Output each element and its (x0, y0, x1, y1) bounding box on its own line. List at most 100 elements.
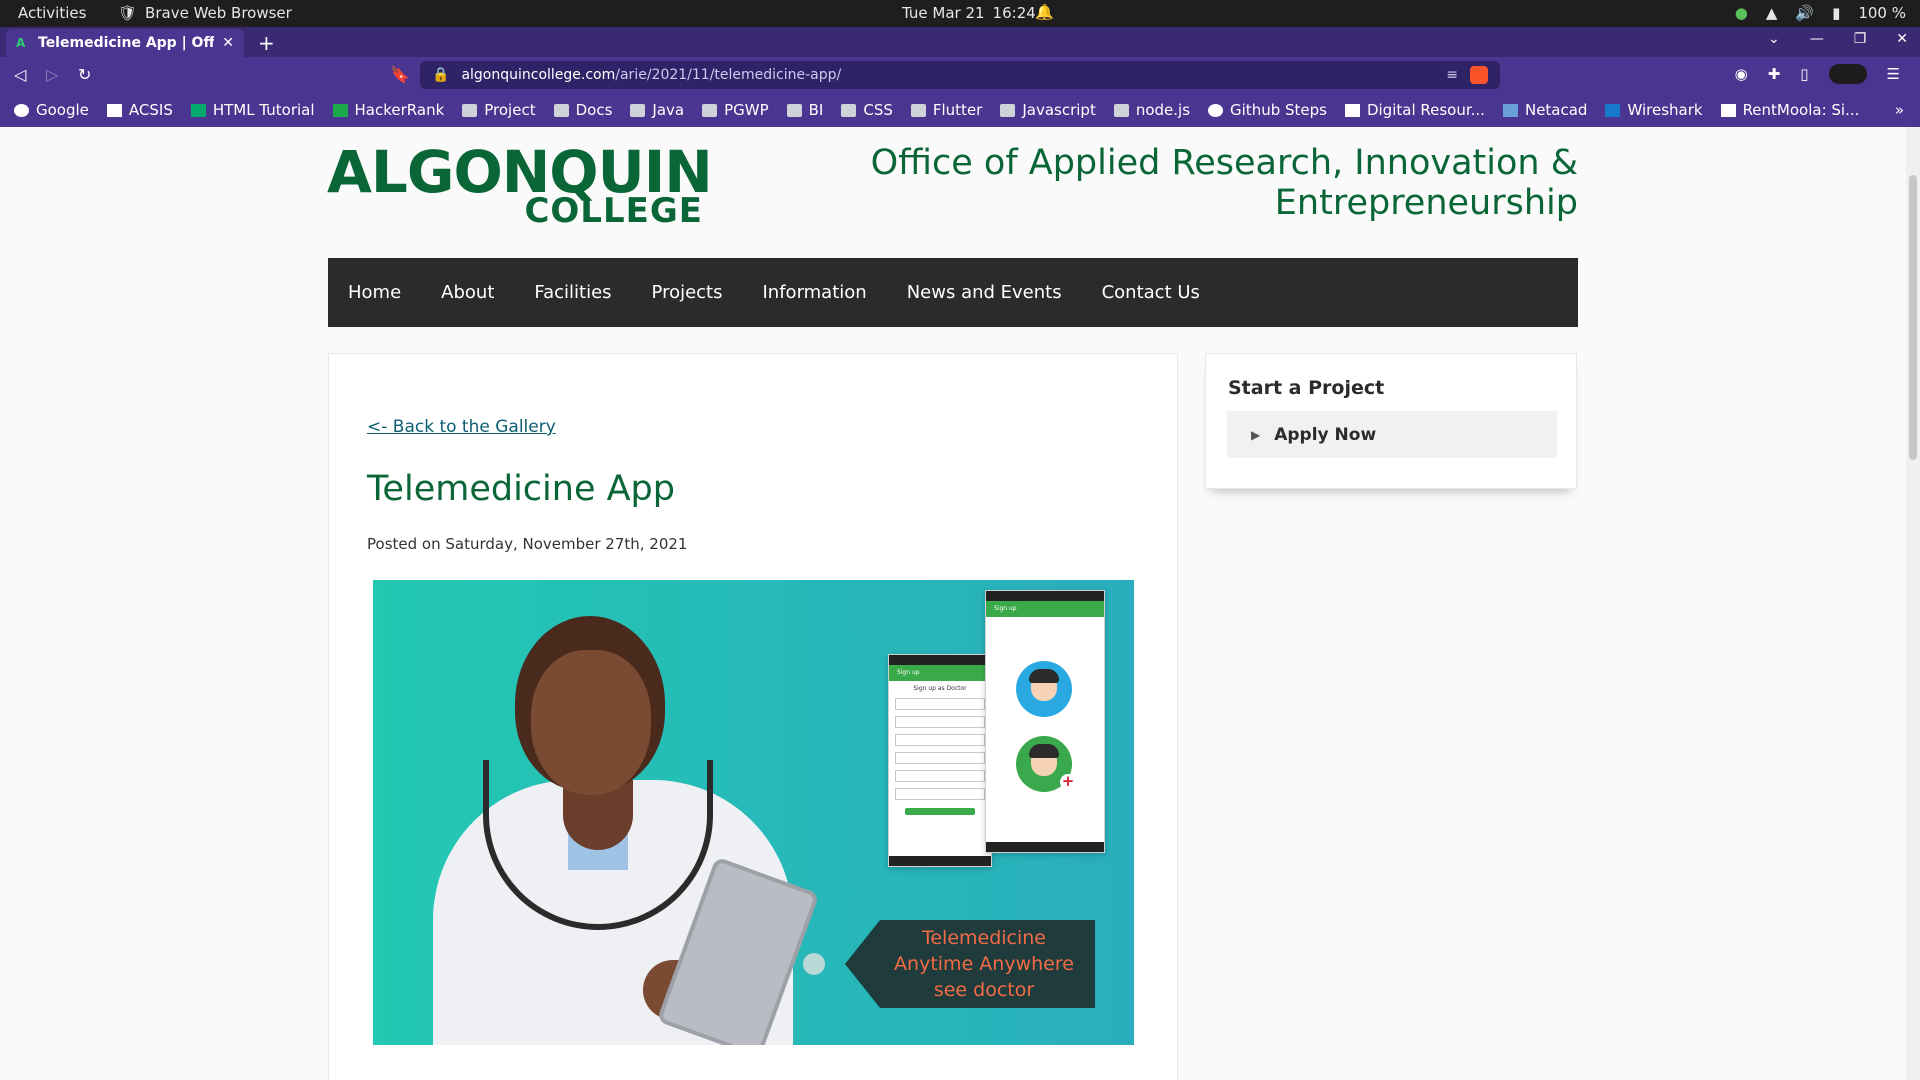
menu-icon[interactable]: ☰ (1887, 65, 1900, 83)
battery-percent: 100 % (1858, 4, 1906, 22)
algonquin-icon (1344, 103, 1360, 117)
bookmark-item[interactable]: Flutter (910, 101, 983, 119)
tab-search-chevron-icon[interactable]: ⌄ (1768, 31, 1780, 47)
bookmark-item[interactable]: Digital Resour... (1344, 101, 1485, 119)
bookmark-label: Google (36, 101, 89, 119)
bookmark-item[interactable]: Wireshark (1605, 101, 1703, 119)
bookmark-item[interactable]: BI (786, 101, 823, 119)
notification-bell-icon[interactable]: 🔔 (1035, 3, 1054, 21)
bookmark-item[interactable]: PGWP (702, 101, 769, 119)
folder-icon (462, 103, 478, 117)
wifi-icon: ▲ (1765, 4, 1778, 22)
wireshark-icon (1605, 103, 1621, 117)
back-to-gallery-link[interactable]: <- Back to the Gallery (367, 417, 556, 437)
minimize-button[interactable]: — (1810, 31, 1824, 47)
sidebar-toggle-icon[interactable]: ▯ (1800, 65, 1808, 83)
nav-information[interactable]: Information (763, 282, 867, 303)
phone-status-bar (986, 591, 1104, 601)
bookmark-item[interactable]: Github Steps (1208, 101, 1327, 119)
bookmark-item[interactable]: HackerRank (332, 101, 445, 119)
office-heading: Office of Applied Research, Innovation &… (860, 143, 1578, 223)
forward-arrow-icon[interactable]: ▷ (46, 65, 58, 84)
disclosure-triangle-icon: ▶ (1251, 427, 1261, 442)
algonquin-logo[interactable]: ALGONQUIN COLLEGE (327, 143, 713, 231)
bookmark-item[interactable]: Docs (553, 101, 612, 119)
reader-mode-icon[interactable]: ≡ (1446, 67, 1458, 83)
avatar-hair-shape (1029, 669, 1059, 683)
bookmark-item[interactable]: RentMoola: Si... (1720, 101, 1860, 119)
tab-title: Telemedicine App | Office (38, 35, 214, 51)
brave-shields-icon[interactable] (1470, 66, 1488, 84)
profile-pill-icon[interactable] (1828, 64, 1867, 84)
close-window-button[interactable]: ✕ (1896, 31, 1908, 47)
system-tray[interactable]: ● ▲ 🔊 ▮ 100 % (1735, 4, 1906, 22)
volume-icon: 🔊 (1795, 4, 1815, 22)
bookmark-item[interactable]: Java (630, 101, 684, 119)
phone-mockup-signup: Sign up Sign up as Doctor (888, 654, 992, 867)
phone-appbar: Sign up (986, 601, 1104, 617)
maximize-button[interactable]: ❐ (1854, 31, 1867, 47)
phone-signup-button (905, 808, 975, 815)
office-heading-line1: Office of Applied Research, Innovation & (870, 143, 1578, 183)
w3-icon (190, 103, 206, 117)
google-icon (14, 103, 29, 117)
bookmark-label: Digital Resour... (1366, 101, 1485, 119)
folder-icon (786, 103, 802, 117)
app-menu[interactable]: 🛡 Brave Web Browser (118, 4, 292, 22)
bookmark-item[interactable]: HTML Tutorial (190, 101, 315, 119)
bookmark-item[interactable]: ACSIS (106, 101, 173, 119)
hackerrank-icon (332, 103, 348, 117)
phone-status-bar (889, 655, 991, 665)
nav-projects[interactable]: Projects (652, 282, 723, 303)
bookmark-item[interactable]: Google (14, 101, 89, 119)
bookmark-label: RentMoola: Si... (1742, 101, 1860, 119)
nav-news-and-events[interactable]: News and Events (907, 282, 1062, 303)
bookmark-label: node.js (1135, 101, 1191, 119)
nav-contact-us[interactable]: Contact Us (1102, 282, 1200, 303)
phone-nav-bar (889, 856, 991, 866)
brave-icon: 🛡 (118, 4, 138, 22)
tag-line-3: see doctor (933, 979, 1035, 1001)
nav-facilities[interactable]: Facilities (534, 282, 611, 303)
bookmark-label: Flutter (932, 101, 983, 119)
apply-now-toggle[interactable]: ▶ Apply Now (1227, 411, 1557, 458)
bookmark-item[interactable]: Javascript (1000, 101, 1096, 119)
nav-home[interactable]: Home (348, 282, 401, 303)
bookmark-icon[interactable]: 🔖 (390, 65, 410, 84)
bookmark-label: HackerRank (354, 101, 445, 119)
phone-field (895, 698, 985, 710)
page-title: Telemedicine App (367, 469, 675, 509)
bookmark-item[interactable]: CSS (841, 101, 893, 119)
address-bar[interactable]: 🔒 algonquincollege.com /arie/2021/11/tel… (420, 61, 1500, 89)
phone-field (895, 788, 985, 800)
tag-pin-shape (803, 953, 825, 975)
phone-field (895, 770, 985, 782)
bookmark-label: HTML Tutorial (212, 101, 315, 119)
back-arrow-icon[interactable]: ◁ (14, 65, 26, 84)
bookmark-item[interactable]: Netacad (1502, 101, 1588, 119)
acsis-icon (106, 103, 122, 117)
scrollbar-thumb[interactable] (1909, 175, 1917, 460)
bookmarks-overflow-icon[interactable]: » (1895, 101, 1904, 119)
activities-button[interactable]: Activities (18, 4, 86, 22)
folder-icon (1000, 103, 1016, 117)
nav-about[interactable]: About (441, 282, 494, 303)
bookmark-label: Wireshark (1627, 101, 1703, 119)
new-tab-button[interactable]: + (258, 31, 275, 55)
puzzle-icon[interactable]: ✚ (1768, 65, 1781, 83)
extension-area: ◉ ✚ ▯ ☰ (1735, 64, 1900, 84)
bookmark-label: Netacad (1524, 101, 1588, 119)
window-controls: ⌄ — ❐ ✕ (1768, 31, 1908, 47)
tab-close-icon[interactable]: ✕ (222, 35, 234, 51)
medical-cross-icon: + (1060, 772, 1076, 790)
bookmark-label: Project (484, 101, 536, 119)
shield-tray-icon: ● (1734, 4, 1748, 22)
phone-field (895, 716, 985, 728)
reload-icon[interactable]: ↻ (78, 65, 91, 84)
tab-telemedicine[interactable]: A Telemedicine App | Office ✕ (6, 29, 244, 57)
extension-icon[interactable]: ◉ (1735, 65, 1748, 83)
clock[interactable]: Tue Mar 21 16:24 (902, 4, 1036, 22)
folder-icon (702, 103, 718, 117)
bookmark-item[interactable]: Project (462, 101, 536, 119)
bookmark-item[interactable]: node.js (1113, 101, 1191, 119)
